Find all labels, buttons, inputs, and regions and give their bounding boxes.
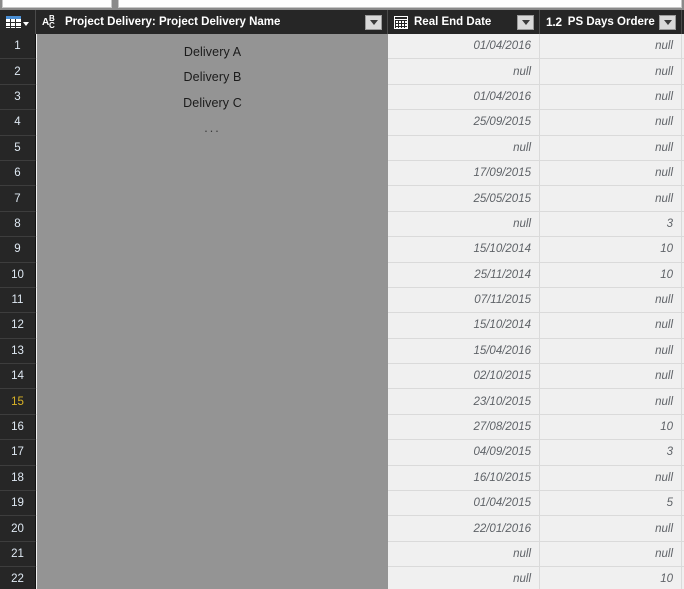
cell-real-end-date[interactable]: 04/09/2015 [388,440,540,466]
cell-ps-days-ordered[interactable]: null [540,389,682,415]
row-number-cell[interactable]: 7 [0,186,36,212]
grid-corner-button[interactable] [0,10,36,34]
column-header-real-end-date[interactable]: Real End Date [388,10,540,34]
cell-ps-days-ordered[interactable]: null [540,34,682,60]
clipped-panel-right [118,0,682,8]
column-header-project-delivery-name[interactable]: ABC Project Delivery: Project Delivery N… [36,10,388,34]
cell-ps-days-ordered[interactable]: null [540,364,682,390]
filter-dropdown-icon[interactable] [659,14,676,30]
cell-real-end-date[interactable]: null [388,135,540,161]
row-number-cell[interactable]: 10 [0,262,36,288]
cell-ps-days-ordered[interactable]: null [540,287,682,314]
redaction-overlay: Delivery A Delivery B Delivery C... [37,34,388,589]
column-header-label: Project Delivery: Project Delivery Name [65,16,281,28]
column-header-label: Real End Date [414,16,492,28]
cell-real-end-date[interactable]: 23/10/2015 [388,389,540,415]
cell-real-end-date[interactable]: null [388,211,540,238]
cell-ps-days-ordered[interactable]: 10 [540,414,682,441]
cell-ps-days-ordered[interactable]: null [540,338,682,365]
cell-real-end-date[interactable]: 25/05/2015 [388,186,540,212]
cell-ps-days-ordered[interactable]: null [540,313,682,339]
cell-ps-days-ordered[interactable]: null [540,186,682,212]
cell-real-end-date[interactable]: 15/10/2014 [388,313,540,339]
row-number-cell[interactable]: 6 [0,160,36,187]
cell-real-end-date[interactable]: 01/04/2015 [388,491,540,517]
column-header-label: PS Days Ordered [567,16,655,28]
filter-dropdown-icon[interactable] [517,14,534,30]
cell-real-end-date[interactable]: 01/04/2016 [388,84,540,111]
number-type-icon: 1.2 [546,15,562,29]
redaction-sample-value: Delivery B [183,70,242,85]
row-number-cell[interactable]: 18 [0,465,36,492]
row-number-cell[interactable]: 14 [0,364,36,390]
cell-ps-days-ordered[interactable]: 3 [540,211,682,238]
power-query-data-grid: ABC Project Delivery: Project Delivery N… [0,0,684,589]
table-grid-icon [6,16,21,28]
cell-real-end-date[interactable]: 27/08/2015 [388,414,540,441]
cell-ps-days-ordered[interactable]: null [540,465,682,492]
row-number-cell[interactable]: 3 [0,84,36,111]
cell-ps-days-ordered[interactable]: null [540,84,682,111]
cell-real-end-date[interactable]: null [388,567,540,589]
row-number-cell[interactable]: 17 [0,440,36,466]
row-number-cell[interactable]: 4 [0,110,36,136]
column-header-ps-days-ordered[interactable]: 1.2 PS Days Ordered [540,10,682,34]
row-number-cell[interactable]: 9 [0,237,36,263]
cell-real-end-date[interactable]: 07/11/2015 [388,287,540,314]
row-number-cell[interactable]: 11 [0,287,36,314]
cell-ps-days-ordered[interactable]: null [540,135,682,161]
row-number-cell[interactable]: 12 [0,313,36,339]
row-number-cell[interactable]: 16 [0,414,36,441]
cell-real-end-date[interactable]: 02/10/2015 [388,364,540,390]
row-number-cell[interactable]: 19 [0,491,36,517]
cell-real-end-date[interactable]: 25/09/2015 [388,110,540,136]
cell-ps-days-ordered[interactable]: null [540,516,682,542]
cell-real-end-date[interactable]: 15/10/2014 [388,237,540,263]
row-number-cell[interactable]: 2 [0,59,36,85]
abc-text-type-icon: ABC [42,13,55,30]
row-number-cell[interactable]: 21 [0,541,36,568]
cell-ps-days-ordered[interactable]: null [540,541,682,568]
row-number-cell[interactable]: 13 [0,338,36,365]
row-number-cell[interactable]: 1 [0,34,36,60]
clipped-panel-left [2,0,112,8]
cell-real-end-date[interactable]: 01/04/2016 [388,34,540,60]
cell-ps-days-ordered[interactable]: 10 [540,262,682,288]
cell-ps-days-ordered[interactable]: 10 [540,237,682,263]
filter-dropdown-icon[interactable] [365,14,382,30]
cell-real-end-date[interactable]: null [388,541,540,568]
cell-ps-days-ordered[interactable]: 5 [540,491,682,517]
column-header-row: ABC Project Delivery: Project Delivery N… [0,10,684,34]
cell-real-end-date[interactable]: null [388,59,540,85]
cell-ps-days-ordered[interactable]: 3 [540,440,682,466]
cell-real-end-date[interactable]: 25/11/2014 [388,262,540,288]
row-number-cell[interactable]: 8 [0,211,36,238]
cell-ps-days-ordered[interactable]: null [540,59,682,85]
row-number-cell[interactable]: 22 [0,567,36,589]
redaction-ellipsis: ... [204,121,221,136]
redaction-sample-value: Delivery C [183,95,242,110]
cell-real-end-date[interactable]: 15/04/2016 [388,338,540,365]
cell-ps-days-ordered[interactable]: null [540,160,682,187]
cell-real-end-date[interactable]: 22/01/2016 [388,516,540,542]
cell-real-end-date[interactable]: 17/09/2015 [388,160,540,187]
cell-ps-days-ordered[interactable]: 10 [540,567,682,589]
cell-ps-days-ordered[interactable]: null [540,110,682,136]
redaction-sample-value: Delivery A [183,45,242,59]
calendar-date-type-icon [394,15,408,29]
cell-real-end-date[interactable]: 16/10/2015 [388,465,540,492]
chevron-down-icon [23,22,29,26]
top-clipped-strip [0,0,684,10]
row-number-cell[interactable]: 5 [0,135,36,161]
row-number-cell[interactable]: 20 [0,516,36,542]
row-number-cell[interactable]: 15 [0,389,36,415]
